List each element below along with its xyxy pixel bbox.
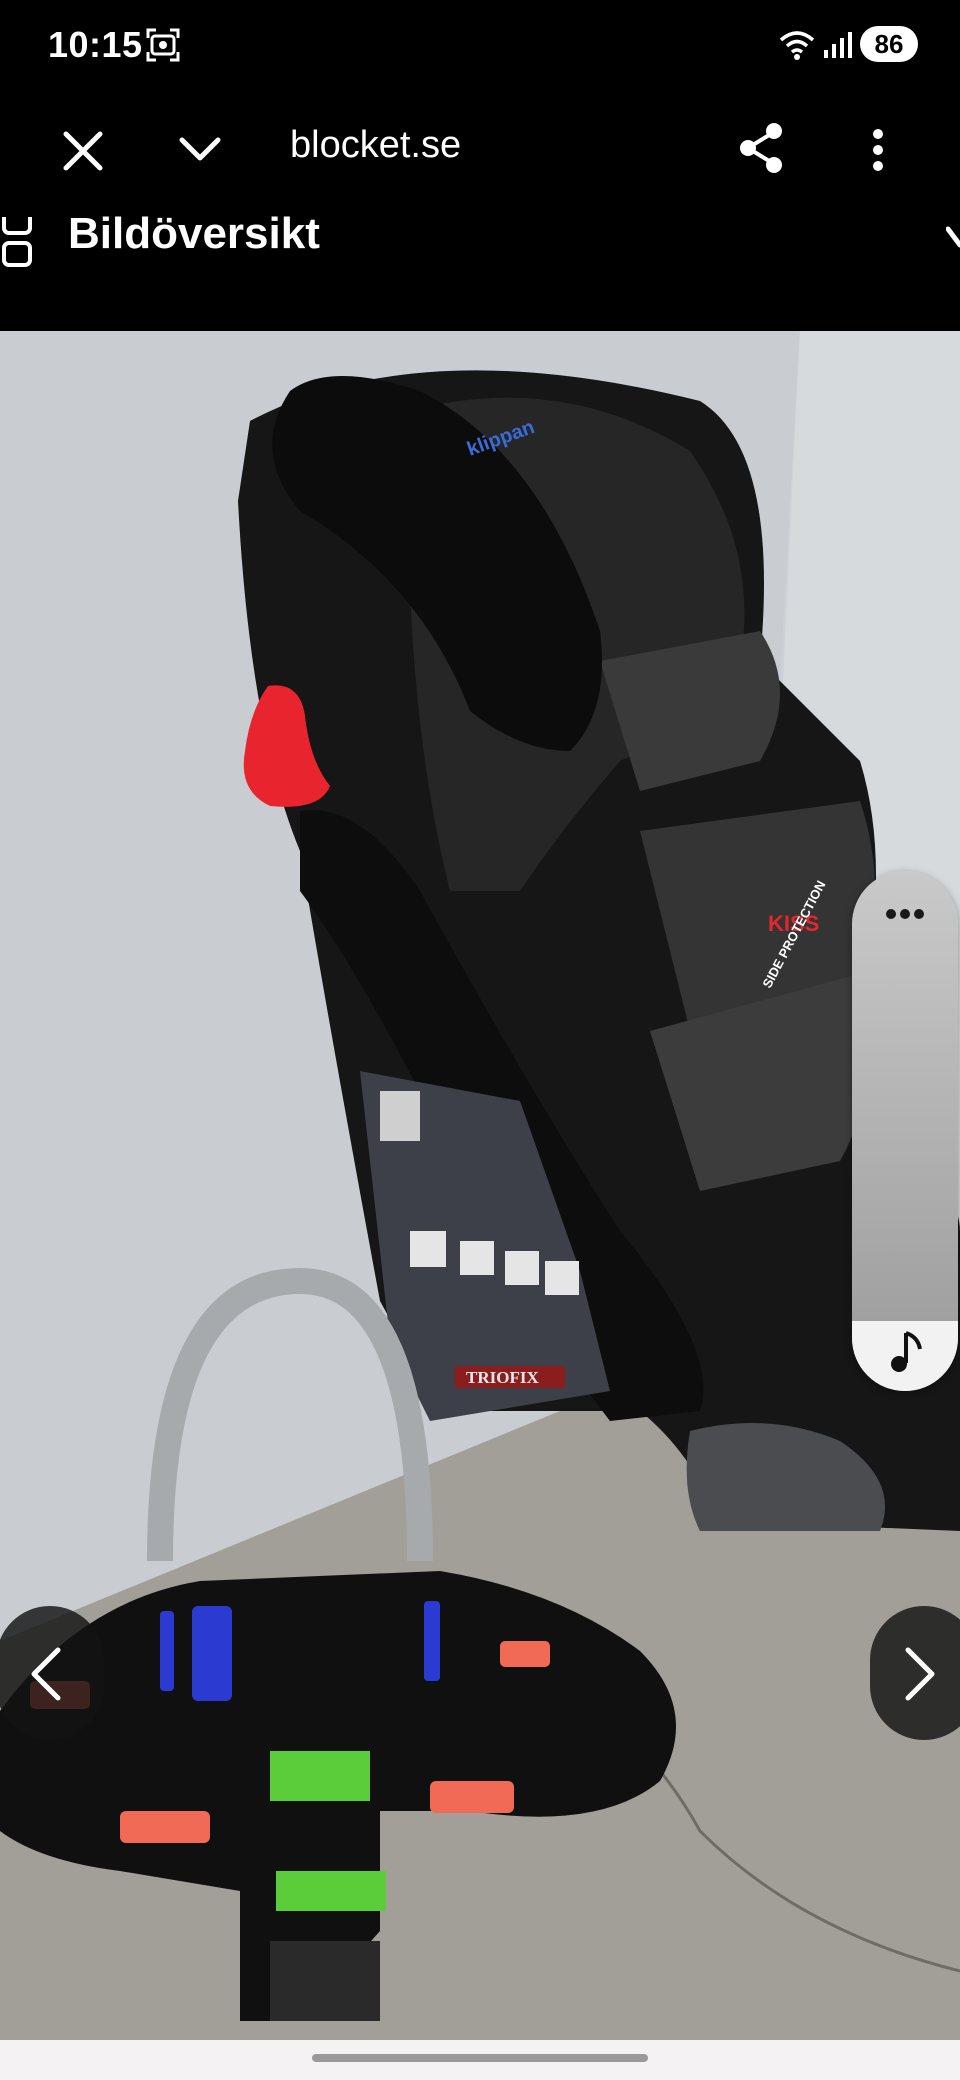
listing-photo[interactable]: klippan KISS SIDE PROTECTION TRIOFIX [0, 331, 960, 2040]
close-button[interactable] [60, 128, 106, 174]
status-time: 10:15 [48, 24, 143, 65]
triofix-label: TRIOFIX [466, 1368, 539, 1387]
browser-toolbar: blocket.se [0, 92, 960, 309]
previous-image-button[interactable] [0, 1606, 104, 1740]
status-bar: 10:15 86 [0, 0, 960, 92]
next-image-button[interactable] [870, 1606, 960, 1740]
gallery-title: Bildöversikt [68, 209, 320, 258]
url-text[interactable]: blocket.se [290, 124, 461, 167]
music-note-icon [891, 1331, 922, 1372]
minimize-button[interactable] [176, 130, 224, 170]
more-options-button[interactable] [866, 120, 890, 180]
chevron-right-icon[interactable] [945, 223, 960, 278]
grid-icon[interactable] [0, 209, 34, 276]
close-icon [63, 131, 103, 171]
chevron-right-icon [905, 1647, 935, 1701]
floating-media-panel[interactable] [852, 871, 958, 1391]
battery-badge: 86 [860, 26, 918, 62]
more-vert-icon [873, 129, 883, 171]
signal-icon [822, 30, 852, 65]
chevron-down-icon [179, 137, 221, 161]
gallery-header: Bildöversikt [0, 209, 960, 331]
share-icon [740, 123, 782, 173]
chevron-left-icon [31, 1647, 61, 1701]
wifi-icon [778, 30, 816, 65]
gesture-handle[interactable] [312, 2054, 648, 2062]
share-button[interactable] [736, 118, 786, 178]
car-seat-image: klippan KISS SIDE PROTECTION TRIOFIX [0, 331, 960, 2040]
screenshot-icon [146, 28, 180, 67]
gesture-bar [0, 2040, 960, 2080]
